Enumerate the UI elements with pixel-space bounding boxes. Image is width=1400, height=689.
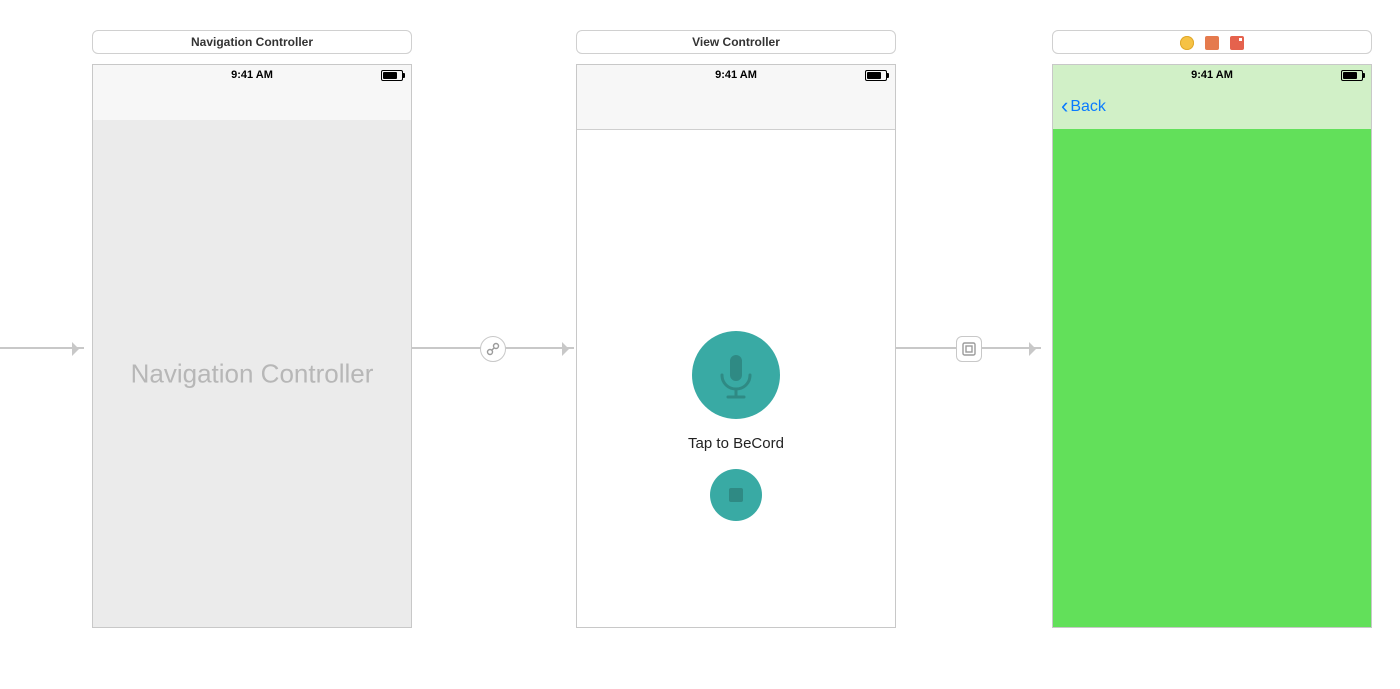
- record-button[interactable]: [692, 331, 780, 419]
- scene3-nav-bar: ‹ Back: [1053, 85, 1371, 129]
- ib-badge3-icon: [1230, 36, 1244, 50]
- scene3-phone[interactable]: 9:41 AM ‹ Back: [1052, 64, 1372, 628]
- scene2-phone[interactable]: 9:41 AM Tap to BeCord: [576, 64, 896, 628]
- scene2-title-text: View Controller: [692, 35, 780, 49]
- segue-initial-arrow[interactable]: [0, 347, 84, 349]
- scene1-status-time: 9:41 AM: [231, 69, 273, 81]
- scene1-content: Navigation Controller: [93, 120, 411, 627]
- chevron-left-icon: ‹: [1061, 84, 1068, 128]
- scene1-nav-bar: [93, 85, 411, 121]
- scene2-content: Tap to BeCord: [577, 129, 895, 627]
- back-button-label: Back: [1070, 85, 1106, 129]
- scene1-title-text: Navigation Controller: [191, 35, 313, 49]
- segue-root-icon: [480, 336, 506, 362]
- storyboard-canvas[interactable]: Navigation Controller 9:41 AM Navigation…: [0, 0, 1400, 689]
- scene2-title-bar[interactable]: View Controller: [576, 30, 896, 54]
- stop-button[interactable]: [710, 469, 762, 521]
- scene3-title-bar[interactable]: [1052, 30, 1372, 54]
- segue-show-arrow[interactable]: [896, 347, 1041, 349]
- stop-icon: [729, 488, 743, 502]
- segue-root-arrow[interactable]: [412, 347, 574, 349]
- scene2-nav-bar: [577, 85, 895, 130]
- battery-icon: [381, 70, 403, 81]
- back-button[interactable]: ‹ Back: [1061, 85, 1106, 129]
- scene1-status-bar: 9:41 AM: [93, 65, 411, 85]
- scene3-status-bar: 9:41 AM: [1053, 65, 1371, 85]
- scene1-phone[interactable]: 9:41 AM Navigation Controller: [92, 64, 412, 628]
- battery-icon: [1341, 70, 1363, 81]
- ib-badge2-icon: [1205, 36, 1219, 50]
- scene1-title-bar[interactable]: Navigation Controller: [92, 30, 412, 54]
- scene2-status-bar: 9:41 AM: [577, 65, 895, 85]
- scene1-placeholder-text: Navigation Controller: [93, 358, 411, 389]
- battery-icon: [865, 70, 887, 81]
- scene3-content: [1053, 129, 1371, 627]
- segue-show-icon: [956, 336, 982, 362]
- ib-badge1-icon: [1180, 36, 1194, 50]
- scene3-status-time: 9:41 AM: [1191, 69, 1233, 81]
- record-button-label: Tap to BeCord: [577, 435, 895, 452]
- scene2-status-time: 9:41 AM: [715, 69, 757, 81]
